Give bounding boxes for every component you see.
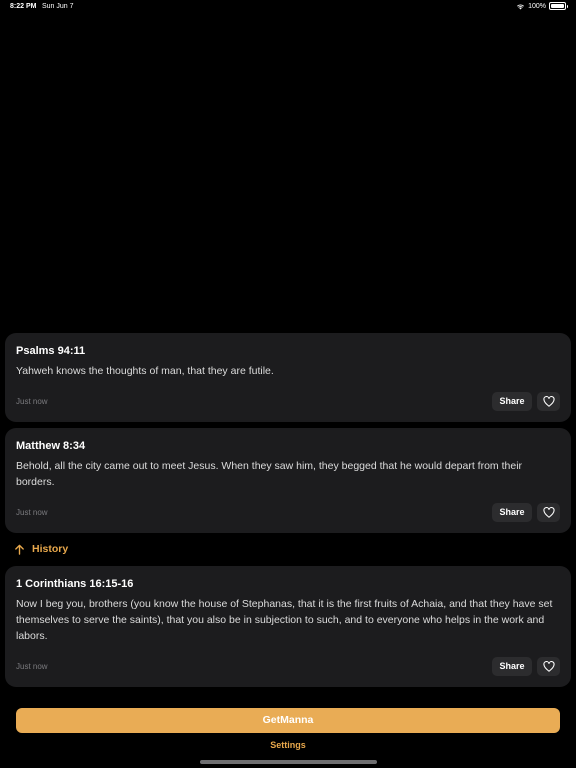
verse-text: Now I beg you, brothers (you know the ho… [16,598,553,642]
verse-card: Psalms 94:11 Yahweh knows the thoughts o… [5,333,571,422]
verse-card: 1 Corinthians 16:15-16 Now I beg you, br… [5,566,571,687]
status-bar: 8:22 PM Sun Jun 7 100% [0,0,576,16]
verse-text: Yahweh knows the thoughts of man, that t… [16,365,274,377]
verse-timestamp: Just now [16,397,48,406]
history-link[interactable]: History [14,543,68,555]
verse-timestamp: Just now [16,662,48,671]
verse-reference: Psalms 94:11 [16,345,86,357]
history-label: History [32,543,69,555]
battery-percent: 100% [528,2,546,10]
home-indicator[interactable] [200,760,377,764]
share-button[interactable]: Share [492,503,532,522]
status-date: Sun Jun 7 [42,3,74,10]
verse-reference: Matthew 8:34 [16,440,86,452]
arrow-up-icon [15,544,24,555]
wifi-icon [517,3,525,9]
favorite-button[interactable] [537,392,560,411]
card-footer: Just now Share [16,657,560,676]
battery-icon [549,2,568,10]
verse-timestamp: Just now [16,508,48,517]
status-time: 8:22 PM [10,3,37,10]
card-footer: Just now Share [16,503,560,522]
share-button[interactable]: Share [492,657,532,676]
favorite-button[interactable] [537,503,560,522]
heart-icon [542,396,555,407]
status-indicators: 100% [516,2,568,10]
share-button[interactable]: Share [492,392,532,411]
app-screen: 8:22 PM Sun Jun 7 100% Psalms 94:11 Yahw… [0,0,576,768]
verse-reference: 1 Corinthians 16:15-16 [16,578,134,590]
verse-text: Behold, all the city came out to meet Je… [16,460,523,488]
heart-icon [542,507,555,518]
favorite-button[interactable] [537,657,560,676]
verse-card: Matthew 8:34 Behold, all the city came o… [5,428,571,533]
card-footer: Just now Share [16,392,560,411]
settings-link[interactable]: Settings [0,740,576,750]
heart-icon [542,661,555,672]
getmanna-button[interactable]: GetManna [16,708,560,733]
